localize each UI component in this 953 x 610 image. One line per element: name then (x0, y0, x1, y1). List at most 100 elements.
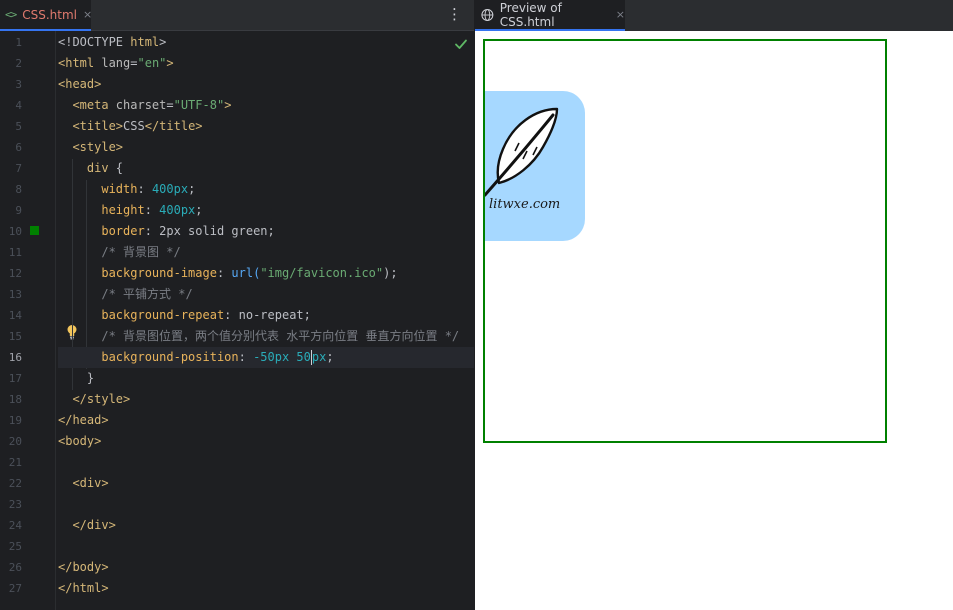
line-number-gutter: 1 2 3 4 5 6 7 8 9 10 11 12 13 14 15 16 17 18 19 20 21 22 23 24 2… (0, 31, 56, 610)
code-line[interactable]: /* 背景图位置，两个值分别代表 水平方向位置 垂直方向位置 */ (58, 326, 474, 347)
code-line[interactable]: <!DOCTYPE html> (58, 32, 474, 53)
code-token: </title> (144, 118, 203, 133)
code-token: ; (267, 223, 275, 238)
editor-tab-bar: <> CSS.html × ⋮ (0, 0, 474, 31)
code-line[interactable]: background-image: url("img/favicon.ico")… (58, 263, 474, 284)
code-token: html (130, 34, 160, 49)
line-number[interactable]: 15 (0, 326, 22, 347)
preview-tab-bar: Preview of CSS.html × (475, 0, 953, 31)
code-token: 2px solid green (159, 223, 268, 238)
editor-pane: <> CSS.html × ⋮ 1 2 3 4 5 6 7 8 9 10 11 12 13 14 15 16 1… (0, 0, 474, 610)
code-token: : (137, 181, 152, 196)
line-number[interactable]: 24 (0, 515, 22, 536)
line-number[interactable]: 22 (0, 473, 22, 494)
more-options-icon[interactable]: ⋮ (447, 5, 462, 23)
line-number[interactable]: 4 (0, 95, 22, 116)
line-number[interactable]: 25 (0, 536, 22, 557)
tab-label: CSS.html (22, 7, 78, 22)
code-token: ; (195, 202, 203, 217)
html-file-icon: <> (5, 8, 17, 21)
code-line[interactable]: <style> (58, 137, 474, 158)
line-number[interactable]: 10 (0, 221, 22, 242)
line-number[interactable]: 27 (0, 578, 22, 599)
code-line[interactable]: /* 平铺方式 */ (58, 284, 474, 305)
code-token: : (144, 223, 160, 238)
code-line[interactable]: </style> (58, 389, 474, 410)
code-line[interactable]: /* 背景图 */ (58, 242, 474, 263)
tab-close-icon[interactable]: × (83, 8, 92, 21)
code-token: CSS (123, 118, 145, 133)
tab-close-icon[interactable]: × (616, 8, 625, 21)
code-line[interactable]: div { (58, 158, 474, 179)
line-number[interactable]: 3 (0, 74, 22, 95)
code-line[interactable]: border: 2px solid green; (58, 221, 474, 242)
code-line[interactable]: width: 400px; (58, 179, 474, 200)
tab-preview[interactable]: Preview of CSS.html × (475, 0, 625, 31)
tab-css-html[interactable]: <> CSS.html × (0, 0, 92, 31)
code-token: 400px (151, 181, 189, 196)
code-token: </head> (58, 412, 109, 427)
code-line[interactable]: </head> (58, 410, 474, 431)
code-token: } (58, 370, 95, 385)
code-token: -50px 50 (253, 349, 311, 364)
code-token: > (159, 34, 167, 49)
code-token: /* 平铺方式 */ (58, 286, 193, 301)
line-number[interactable]: 11 (0, 242, 22, 263)
line-number[interactable]: 26 (0, 557, 22, 578)
code-line[interactable]: <title>CSS</title> (58, 116, 474, 137)
code-token: <body> (58, 433, 102, 448)
line-number[interactable]: 12 (0, 263, 22, 284)
code-line[interactable]: </div> (58, 515, 474, 536)
code-token: </html> (58, 580, 109, 595)
code-line[interactable]: background-repeat: no-repeat; (58, 305, 474, 326)
code-token: : (144, 202, 160, 217)
code-token: "UTF-8" (173, 97, 225, 112)
line-number[interactable]: 1 (0, 32, 22, 53)
line-number[interactable]: 8 (0, 179, 22, 200)
preview-div-box: litwxe.com (483, 39, 887, 443)
code-token: = (130, 55, 138, 70)
code-token: <div> (58, 475, 109, 490)
line-number[interactable]: 14 (0, 305, 22, 326)
code-token: <meta (58, 97, 116, 112)
color-swatch-icon[interactable] (29, 225, 40, 236)
code-token: ; (188, 181, 196, 196)
line-number[interactable]: 7 (0, 158, 22, 179)
code-line[interactable]: <div> (58, 473, 474, 494)
line-number[interactable]: 2 (0, 53, 22, 74)
code-line[interactable]: height: 400px; (58, 200, 474, 221)
code-line[interactable]: background-position: -50px 50px; (58, 346, 474, 368)
tab-label: Preview of CSS.html (499, 0, 562, 29)
code-token: </style> (58, 391, 131, 406)
code-line[interactable] (58, 452, 474, 473)
code-token: lang (101, 55, 131, 70)
code-line[interactable]: <head> (58, 74, 474, 95)
line-number[interactable]: 19 (0, 410, 22, 431)
line-number[interactable]: 21 (0, 452, 22, 473)
code-line[interactable]: <body> (58, 431, 474, 452)
line-number[interactable]: 9 (0, 200, 22, 221)
line-number[interactable]: 23 (0, 494, 22, 515)
code-token: 400px (159, 202, 196, 217)
favicon-text: litwxe.com (489, 197, 561, 212)
code-line[interactable]: <meta charset="UTF-8"> (58, 95, 474, 116)
code-token: /* 背景图位置，两个值分别代表 水平方向位置 垂直方向位置 */ (58, 328, 460, 343)
code-token: px (311, 349, 327, 364)
line-number[interactable]: 17 (0, 368, 22, 389)
line-number[interactable]: 18 (0, 389, 22, 410)
line-number[interactable]: 6 (0, 137, 22, 158)
line-number[interactable]: 20 (0, 431, 22, 452)
code-token: <style> (58, 139, 124, 154)
code-token: /* 背景图 */ (58, 244, 181, 259)
code-line[interactable] (58, 536, 474, 557)
code-line[interactable]: <html lang="en"> (58, 53, 474, 74)
line-number[interactable]: 5 (0, 116, 22, 137)
line-number[interactable]: 16 (0, 347, 22, 368)
code-line[interactable]: </body> (58, 557, 474, 578)
line-number[interactable]: 13 (0, 284, 22, 305)
code-token: ; (326, 349, 334, 364)
code-line[interactable]: } (58, 368, 474, 389)
code-line[interactable]: </html> (58, 578, 474, 599)
code-token: </body> (58, 559, 109, 574)
code-line[interactable] (58, 494, 474, 515)
